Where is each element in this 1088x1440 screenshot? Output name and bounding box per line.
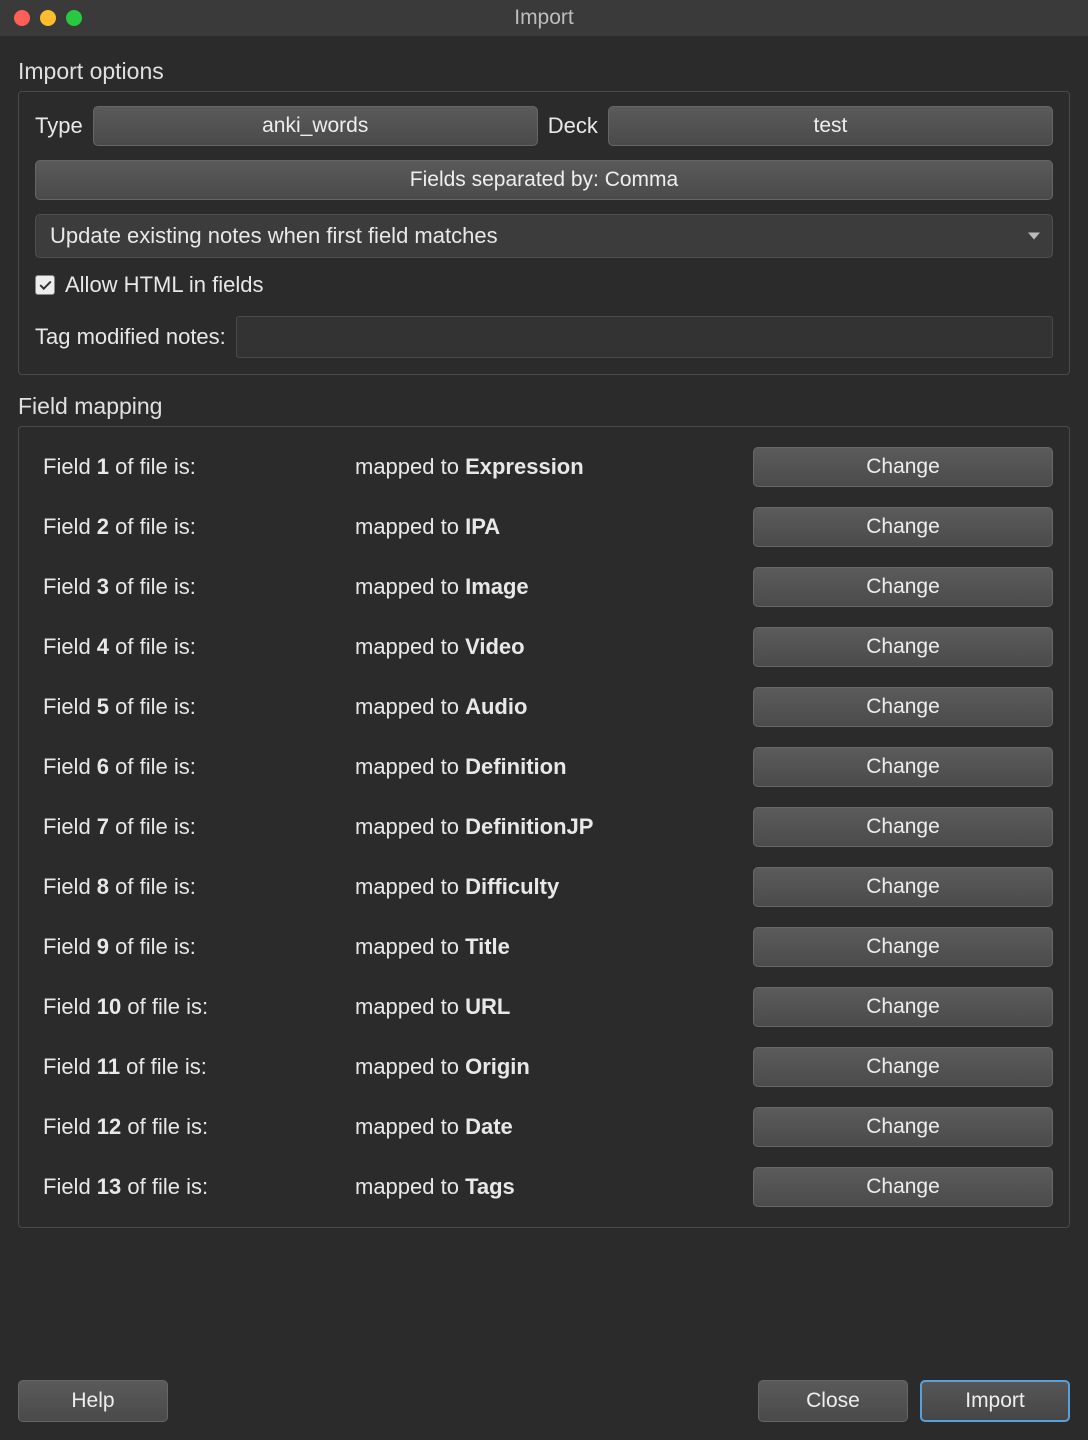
type-label: Type: [35, 113, 83, 139]
help-button-label: Help: [71, 1389, 114, 1413]
change-mapping-button[interactable]: Change: [753, 987, 1053, 1027]
change-mapping-button[interactable]: Change: [753, 507, 1053, 547]
window-title: Import: [0, 6, 1088, 30]
allow-html-checkbox[interactable]: [35, 275, 55, 295]
deck-value: test: [814, 114, 848, 138]
field-source-label: Field 2 of file is:: [35, 514, 355, 540]
field-mapping-row: Field 4 of file is:mapped to VideoChange: [35, 627, 1053, 667]
field-mapping-row: Field 13 of file is:mapped to TagsChange: [35, 1167, 1053, 1207]
field-mapping-row: Field 7 of file is:mapped to DefinitionJ…: [35, 807, 1053, 847]
field-source-label: Field 6 of file is:: [35, 754, 355, 780]
update-mode-value: Update existing notes when first field m…: [50, 223, 498, 249]
field-source-label: Field 13 of file is:: [35, 1174, 355, 1200]
type-selector-button[interactable]: anki_words: [93, 106, 538, 146]
import-button-label: Import: [965, 1389, 1025, 1413]
change-mapping-button[interactable]: Change: [753, 567, 1053, 607]
change-mapping-button[interactable]: Change: [753, 627, 1053, 667]
field-source-label: Field 1 of file is:: [35, 454, 355, 480]
field-target-label: mapped to Video: [355, 634, 753, 660]
change-mapping-button[interactable]: Change: [753, 747, 1053, 787]
separator-button[interactable]: Fields separated by: Comma: [35, 160, 1053, 200]
field-source-label: Field 7 of file is:: [35, 814, 355, 840]
field-source-label: Field 8 of file is:: [35, 874, 355, 900]
allow-html-label: Allow HTML in fields: [65, 272, 263, 298]
field-source-label: Field 12 of file is:: [35, 1114, 355, 1140]
change-mapping-button[interactable]: Change: [753, 1107, 1053, 1147]
tag-modified-input[interactable]: [236, 316, 1053, 358]
field-target-label: mapped to Audio: [355, 694, 753, 720]
close-button-label: Close: [806, 1389, 860, 1413]
field-mapping-row: Field 1 of file is:mapped to ExpressionC…: [35, 447, 1053, 487]
separator-button-label: Fields separated by: Comma: [410, 168, 678, 192]
checkmark-icon: [39, 277, 51, 289]
field-target-label: mapped to Tags: [355, 1174, 753, 1200]
field-target-label: mapped to Origin: [355, 1054, 753, 1080]
field-source-label: Field 4 of file is:: [35, 634, 355, 660]
change-mapping-button[interactable]: Change: [753, 1167, 1053, 1207]
field-mapping-row: Field 3 of file is:mapped to ImageChange: [35, 567, 1053, 607]
field-source-label: Field 9 of file is:: [35, 934, 355, 960]
field-mapping-label: Field mapping: [18, 393, 1070, 420]
change-mapping-button[interactable]: Change: [753, 807, 1053, 847]
chevron-down-icon: [1028, 233, 1040, 240]
type-value: anki_words: [262, 114, 368, 138]
field-source-label: Field 10 of file is:: [35, 994, 355, 1020]
field-target-label: mapped to Title: [355, 934, 753, 960]
field-target-label: mapped to URL: [355, 994, 753, 1020]
change-mapping-button[interactable]: Change: [753, 927, 1053, 967]
field-target-label: mapped to Image: [355, 574, 753, 600]
field-mapping-row: Field 11 of file is:mapped to OriginChan…: [35, 1047, 1053, 1087]
field-mapping-row: Field 6 of file is:mapped to DefinitionC…: [35, 747, 1053, 787]
titlebar: Import: [0, 0, 1088, 36]
field-target-label: mapped to Difficulty: [355, 874, 753, 900]
import-button[interactable]: Import: [920, 1380, 1070, 1422]
field-mapping-row: Field 12 of file is:mapped to DateChange: [35, 1107, 1053, 1147]
field-target-label: mapped to Date: [355, 1114, 753, 1140]
field-mapping-row: Field 5 of file is:mapped to AudioChange: [35, 687, 1053, 727]
field-mapping-row: Field 8 of file is:mapped to DifficultyC…: [35, 867, 1053, 907]
tag-modified-label: Tag modified notes:: [35, 324, 226, 350]
field-target-label: mapped to Definition: [355, 754, 753, 780]
import-options-group: Type anki_words Deck test Fields separat…: [18, 91, 1070, 375]
change-mapping-button[interactable]: Change: [753, 1047, 1053, 1087]
field-target-label: mapped to DefinitionJP: [355, 814, 753, 840]
field-mapping-row: Field 10 of file is:mapped to URLChange: [35, 987, 1053, 1027]
change-mapping-button[interactable]: Change: [753, 447, 1053, 487]
field-source-label: Field 5 of file is:: [35, 694, 355, 720]
deck-label: Deck: [548, 113, 598, 139]
field-target-label: mapped to Expression: [355, 454, 753, 480]
help-button[interactable]: Help: [18, 1380, 168, 1422]
close-button[interactable]: Close: [758, 1380, 908, 1422]
change-mapping-button[interactable]: Change: [753, 687, 1053, 727]
import-options-label: Import options: [18, 58, 1070, 85]
update-mode-select[interactable]: Update existing notes when first field m…: [35, 214, 1053, 258]
change-mapping-button[interactable]: Change: [753, 867, 1053, 907]
field-mapping-row: Field 9 of file is:mapped to TitleChange: [35, 927, 1053, 967]
deck-selector-button[interactable]: test: [608, 106, 1053, 146]
field-target-label: mapped to IPA: [355, 514, 753, 540]
field-source-label: Field 3 of file is:: [35, 574, 355, 600]
field-mapping-group: Field 1 of file is:mapped to ExpressionC…: [18, 426, 1070, 1228]
field-source-label: Field 11 of file is:: [35, 1054, 355, 1080]
field-mapping-row: Field 2 of file is:mapped to IPAChange: [35, 507, 1053, 547]
